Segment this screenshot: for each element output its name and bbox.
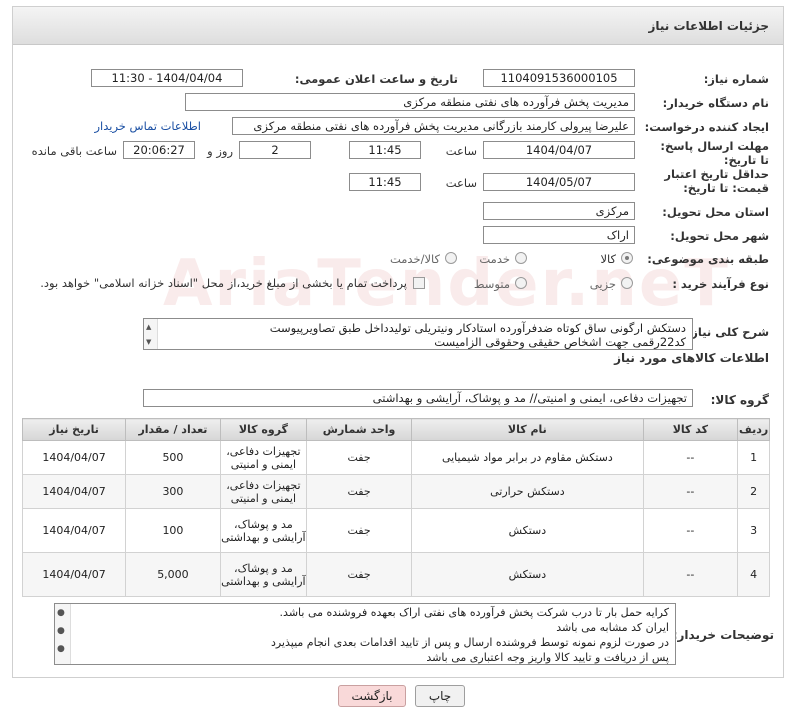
cell-code: -- <box>642 474 739 509</box>
col-header-row-number: ردیف <box>737 418 770 441</box>
goods-info-title: اطلاعات کالاهای مورد نیاز <box>614 351 769 365</box>
cell-code: -- <box>642 440 739 475</box>
col-header-quantity: تعداد / مقدار <box>125 418 221 441</box>
cell-name: دستکش حرارتی <box>411 474 644 509</box>
creator-field[interactable]: علیرضا پیرولی کارمند بازرگانی مدیریت پخش… <box>232 117 635 135</box>
cell-quantity: 300 <box>125 474 221 509</box>
col-header-code: کد کالا <box>642 418 739 441</box>
category-radio-goods[interactable] <box>621 252 633 264</box>
purchase-radio-medium[interactable] <box>515 277 527 289</box>
print-button[interactable]: چاپ <box>415 685 465 707</box>
city-label: شهر محل تحویل: <box>670 229 769 243</box>
remaining-time-field[interactable]: 20:06:27 <box>123 141 195 159</box>
back-button[interactable]: بازگشت <box>338 685 406 707</box>
cell-row-number: 2 <box>737 474 770 509</box>
buyer-org-field[interactable]: مدیریت پخش فرآورده های نفتی منطقه مرکزی <box>185 93 635 111</box>
table-row[interactable]: 3 -- دستکش جفت مد و پوشاک، آرایشی و بهدا… <box>21 508 770 553</box>
days-field[interactable]: 2 <box>239 141 311 159</box>
cell-quantity: 5,000 <box>125 552 221 597</box>
cell-code: -- <box>642 552 739 597</box>
category-option-both: کالا/خدمت <box>389 252 440 266</box>
cell-unit: جفت <box>305 474 413 509</box>
table-row[interactable]: 2 -- دستکش حرارتی جفت تجهیزات دفاعی، ایم… <box>21 474 770 509</box>
col-header-date: تاریخ نیاز <box>21 418 127 441</box>
cell-quantity: 100 <box>125 508 221 553</box>
notes-line-2: ایران کد مشابه می باشد <box>556 621 669 634</box>
purchase-option-medium: متوسط <box>473 277 510 291</box>
city-field[interactable]: اراک <box>483 226 635 244</box>
col-header-unit: واحد شمارش <box>305 418 413 441</box>
remaining-label: ساعت باقی مانده <box>31 144 117 158</box>
summary-scrollbar[interactable]: ▲ ▼ <box>144 319 158 349</box>
price-deadline-label: حداقل تاریخ اعتبار قیمت: تا تاریخ: <box>664 167 769 195</box>
province-label: استان محل تحویل: <box>662 205 769 219</box>
treasury-payment-note: پرداخت تمام یا بخشی از مبلغ خرید،از محل … <box>40 276 407 290</box>
notes-line-4: پس از دریافت و تایید کالا واریز وجه اعتب… <box>426 651 669 664</box>
category-option-service: خدمت <box>479 252 510 266</box>
summary-line-2: کد22رقمی جهت اشخاص حقیقی وحقوقی الزامیست <box>434 335 686 349</box>
buyer-notes-textbox[interactable]: ● ● ● کرایه حمل بار تا درب شرکت پخش فرآو… <box>54 603 676 665</box>
goods-table: ردیف کد کالا نام کالا واحد شمارش گروه کا… <box>21 418 770 597</box>
reply-time-label: ساعت <box>445 144 477 158</box>
notes-line-3: در صورت لزوم نمونه توسط فروشنده ارسال و … <box>270 636 669 649</box>
notes-scrollbar[interactable]: ● ● ● <box>55 604 71 664</box>
panel-title: جزئیات اطلاعات نیاز <box>648 19 769 33</box>
cell-name: دستکش <box>411 552 644 597</box>
purchase-option-minor: جزیی <box>589 277 616 291</box>
buyer-contact-link[interactable]: اطلاعات تماس خریدار <box>94 119 201 133</box>
cell-date: 1404/04/07 <box>21 508 127 553</box>
cell-group: مد و پوشاک، آرایشی و بهداشتی <box>219 508 308 553</box>
col-header-group: گروه کالا <box>219 418 308 441</box>
col-header-name: نام کالا <box>411 418 644 441</box>
goods-group-field[interactable]: تجهیزات دفاعی، ایمنی و امنیتی// مد و پوش… <box>143 389 693 407</box>
need-number-label: شماره نیاز: <box>703 72 769 86</box>
treasury-payment-checkbox[interactable] <box>413 277 425 289</box>
price-date-field[interactable]: 1404/05/07 <box>483 173 635 191</box>
cell-row-number: 1 <box>737 440 770 475</box>
purchase-type-label: نوع فرآیند خرید : <box>672 277 769 291</box>
buyer-org-label: نام دستگاه خریدار: <box>662 96 769 110</box>
reply-date-field[interactable]: 1404/04/07 <box>483 141 635 159</box>
announce-label: تاریخ و ساعت اعلان عمومی: <box>294 72 458 86</box>
summary-label: شرح کلی نیاز: <box>686 325 769 339</box>
cell-unit: جفت <box>305 440 413 475</box>
purchase-radio-minor[interactable] <box>621 277 633 289</box>
category-label: طبقه بندی موضوعی: <box>647 252 769 266</box>
cell-date: 1404/04/07 <box>21 440 127 475</box>
notes-line-1: کرایه حمل بار تا درب شرکت پخش فرآورده ها… <box>279 606 669 619</box>
category-radio-both[interactable] <box>445 252 457 264</box>
reply-deadline-label: مهلت ارسال پاسخ: تا تاریخ: <box>660 139 769 167</box>
table-row[interactable]: 4 -- دستکش جفت مد و پوشاک، آرایشی و بهدا… <box>21 552 770 597</box>
cell-unit: جفت <box>305 552 413 597</box>
summary-textbox[interactable]: ▲ ▼ دستکش ارگونی ساق کوتاه ضدفرآورده استا… <box>143 318 693 350</box>
price-time-label: ساعت <box>445 176 477 190</box>
cell-code: -- <box>642 508 739 553</box>
cell-unit: جفت <box>305 508 413 553</box>
need-number-field[interactable]: 1104091536000105 <box>483 69 635 87</box>
creator-label: ایجاد کننده درخواست: <box>644 120 769 134</box>
cell-name: دستکش <box>411 508 644 553</box>
cell-quantity: 500 <box>125 440 221 475</box>
cell-date: 1404/04/07 <box>21 552 127 597</box>
announce-field[interactable]: 1404/04/04 - 11:30 <box>91 69 243 87</box>
price-time-field[interactable]: 11:45 <box>349 173 421 191</box>
cell-group: مد و پوشاک، آرایشی و بهداشتی <box>219 552 308 597</box>
cell-group: تجهیزات دفاعی، ایمنی و امنیتی <box>219 440 308 475</box>
reply-time-field[interactable]: 11:45 <box>349 141 421 159</box>
province-field[interactable]: مرکزی <box>483 202 635 220</box>
category-option-goods: کالا <box>600 252 616 266</box>
days-label: روز و <box>207 144 233 158</box>
goods-group-label: گروه کالا: <box>710 393 769 407</box>
category-radio-service[interactable] <box>515 252 527 264</box>
cell-group: تجهیزات دفاعی، ایمنی و امنیتی <box>219 474 308 509</box>
cell-row-number: 3 <box>737 508 770 553</box>
cell-name: دستکش مقاوم در برابر مواد شیمیایی <box>411 440 644 475</box>
cell-row-number: 4 <box>737 552 770 597</box>
panel-header: جزئیات اطلاعات نیاز <box>13 7 783 45</box>
table-header-row: ردیف کد کالا نام کالا واحد شمارش گروه کا… <box>21 418 770 441</box>
cell-date: 1404/04/07 <box>21 474 127 509</box>
summary-line-1: دستکش ارگونی ساق کوتاه ضدفرآورده استادکا… <box>269 321 686 335</box>
table-row[interactable]: 1 -- دستکش مقاوم در برابر مواد شیمیایی ج… <box>21 440 770 475</box>
buyer-notes-label: توضیحات خریدار: <box>672 628 774 642</box>
